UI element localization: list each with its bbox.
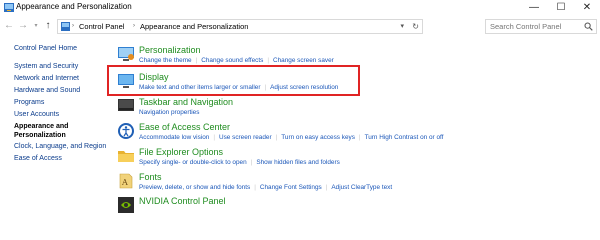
up-arrow-icon[interactable]: ↑ — [43, 20, 53, 32]
back-arrow-icon[interactable]: ← — [4, 20, 14, 32]
personalization-links: Change the theme | Change sound effects | Ch… — [139, 57, 334, 64]
sidebar-item-system-security[interactable]: System and Security — [14, 62, 78, 71]
sidebar-item-hardware-sound[interactable]: Hardware and Sound — [14, 86, 80, 95]
refresh-icon[interactable]: ↻ — [412, 21, 419, 32]
display-highlight-box — [107, 65, 360, 96]
search-icon[interactable] — [584, 22, 593, 31]
use-screen-reader-link[interactable]: Use screen reader — [219, 134, 272, 141]
address-dropdown-icon[interactable]: ▾ — [400, 21, 404, 32]
fonts-icon: A — [119, 173, 133, 189]
folder-icon — [118, 151, 134, 162]
ease-of-access-links: Accommodate low vision | Use screen reader… — [139, 134, 444, 141]
title-bar: Appearance and Personalization — ☐ ✕ — [0, 0, 600, 16]
minimize-button[interactable]: — — [522, 1, 546, 14]
nvidia-icon — [118, 197, 134, 213]
control-panel-icon — [61, 22, 70, 31]
taskbar-links: Navigation properties — [139, 109, 199, 117]
forward-arrow-icon[interactable]: → — [18, 20, 28, 32]
svg-text:A: A — [121, 178, 128, 187]
nvidia-title[interactable]: NVIDIA Control Panel — [139, 196, 226, 207]
change-font-settings-link[interactable]: Change Font Settings — [260, 184, 322, 191]
search-input[interactable] — [486, 20, 586, 33]
change-screen-saver-link[interactable]: Change screen saver — [273, 57, 334, 64]
window-title: Appearance and Personalization — [16, 2, 132, 11]
ease-of-access-icon — [118, 123, 134, 139]
taskbar-icon — [118, 99, 134, 111]
address-bar[interactable]: › Control Panel › Appearance and Persona… — [57, 19, 423, 34]
preview-fonts-link[interactable]: Preview, delete, or show and hide fonts — [139, 184, 250, 191]
sidebar-item-clock-language[interactable]: Clock, Language, and Region — [14, 142, 106, 151]
sidebar-current-line-2: Personalization — [14, 131, 66, 139]
sidebar-item-network-internet[interactable]: Network and Internet — [14, 74, 79, 83]
breadcrumb-chevron-icon: › — [72, 23, 74, 29]
maximize-button[interactable]: ☐ — [549, 1, 573, 14]
personalization-title[interactable]: Personalization — [139, 45, 201, 56]
search-box[interactable] — [485, 19, 597, 34]
adjust-cleartype-link[interactable]: Adjust ClearType text — [331, 184, 392, 191]
high-contrast-link[interactable]: Turn High Contrast on or off — [365, 134, 444, 141]
sidebar-item-appearance-current: Appearance and Personalization — [14, 123, 74, 140]
close-button[interactable]: ✕ — [575, 1, 599, 14]
file-explorer-links: Specify single- or double-click to open |… — [139, 159, 340, 166]
ease-of-access-title[interactable]: Ease of Access Center — [139, 122, 230, 133]
control-panel-icon — [4, 3, 14, 12]
sidebar-item-ease-of-access[interactable]: Ease of Access — [14, 154, 62, 163]
recent-locations-icon[interactable]: ▾ — [31, 20, 41, 32]
fonts-title[interactable]: Fonts — [139, 172, 162, 183]
breadcrumb-appearance[interactable]: Appearance and Personalization — [140, 21, 248, 32]
change-theme-link[interactable]: Change the theme — [139, 57, 192, 64]
sidebar-item-control-panel-home[interactable]: Control Panel Home — [14, 44, 77, 53]
breadcrumb-chevron-icon: › — [133, 23, 135, 29]
sidebar-item-user-accounts[interactable]: User Accounts — [14, 110, 59, 119]
breadcrumb-control-panel[interactable]: Control Panel — [79, 21, 124, 32]
taskbar-title[interactable]: Taskbar and Navigation — [139, 97, 233, 108]
sidebar-item-programs[interactable]: Programs — [14, 98, 44, 107]
fonts-links: Preview, delete, or show and hide fonts |… — [139, 184, 393, 191]
navigation-properties-link[interactable]: Navigation properties — [139, 109, 199, 116]
show-hidden-files-link[interactable]: Show hidden files and folders — [256, 159, 340, 166]
navigation-bar: ← → ▾ ↑ › Control Panel › Appearance and… — [0, 17, 600, 35]
single-double-click-link[interactable]: Specify single- or double-click to open — [139, 159, 247, 166]
accommodate-low-vision-link[interactable]: Accommodate low vision — [139, 134, 209, 141]
personalization-icon — [118, 47, 134, 61]
change-sound-effects-link[interactable]: Change sound effects — [201, 57, 263, 64]
easy-access-keys-link[interactable]: Turn on easy access keys — [281, 134, 355, 141]
sidebar-current-line-1: Appearance and — [14, 123, 69, 130]
file-explorer-title[interactable]: File Explorer Options — [139, 147, 223, 158]
